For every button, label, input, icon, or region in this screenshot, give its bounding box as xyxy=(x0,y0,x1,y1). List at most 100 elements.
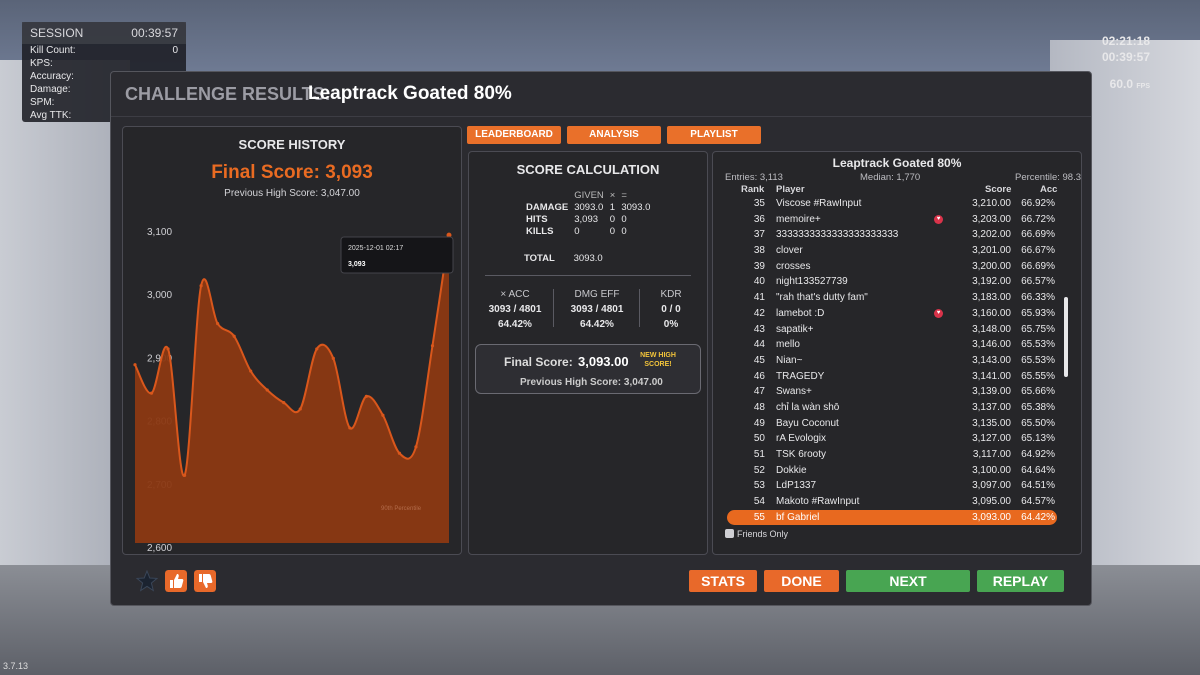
leaderboard-rank: 48 xyxy=(753,401,765,413)
leaderboard-row[interactable]: 54 Makoto #RawInput 3,095.00 64.57% xyxy=(727,494,1057,510)
chart-data-point[interactable] xyxy=(397,451,402,455)
chart-data-point[interactable] xyxy=(298,407,302,411)
leaderboard-row[interactable]: 36 memoire+ 3,203.00 66.72% ♥ xyxy=(727,212,1057,228)
thumbs-down-icon[interactable] xyxy=(194,570,216,592)
chart-data-point[interactable] xyxy=(414,445,418,449)
leaderboard-score: 3,203.00 xyxy=(972,213,1011,225)
leaderboard-row[interactable]: 48 chỉ la wàn shō 3,137.00 65.38% xyxy=(727,400,1057,416)
leaderboard-row[interactable]: 35 Viscose #RawInput 3,210.00 66.92% xyxy=(727,196,1057,212)
chart-data-point[interactable] xyxy=(348,426,352,430)
chart-data-point[interactable] xyxy=(199,284,203,288)
calc-row: DAMAGE 3093.0 1 3093.0 xyxy=(523,202,653,214)
chart-data-point[interactable] xyxy=(232,334,236,338)
score-calculation-title: SCORE CALCULATION xyxy=(516,162,660,177)
leaderboard-name: Dokkie xyxy=(776,464,807,476)
leaderboard-name: mello xyxy=(776,339,800,351)
chart-data-point[interactable] xyxy=(282,401,286,405)
tab-analysis[interactable]: ANALYSIS xyxy=(567,126,661,144)
final-score-box: Final Score: 3,093.00 NEW HIGH SCORE! Pr… xyxy=(475,344,701,394)
leaderboard-acc: 65.38% xyxy=(1021,401,1055,413)
leaderboard-row[interactable]: 51 TSK 6rooty 3,117.00 64.92% xyxy=(727,447,1057,463)
leaderboard-row[interactable]: 49 Bayu Coconut 3,135.00 65.50% xyxy=(727,416,1057,432)
acc-pct: 64.42% xyxy=(498,319,532,330)
leaderboard-row[interactable]: 39 crosses 3,200.00 66.69% xyxy=(727,259,1057,275)
tab-leaderboard[interactable]: LEADERBOARD xyxy=(467,126,561,144)
leaderboard-row[interactable]: 47 Swans+ 3,139.00 65.66% xyxy=(727,384,1057,400)
leaderboard-rank: 35 xyxy=(753,198,765,209)
chart-data-point[interactable] xyxy=(133,363,137,367)
leaderboard-acc: 64.92% xyxy=(1021,449,1055,460)
chart-data-point[interactable] xyxy=(331,356,335,360)
chart-data-point[interactable] xyxy=(249,369,253,373)
session-stat-label: Damage: xyxy=(30,84,71,95)
leaderboard-row[interactable]: 52 Dokkie 3,100.00 64.64% xyxy=(727,463,1057,479)
checkbox-icon[interactable] xyxy=(725,529,734,538)
tooltip-value: 3,093 xyxy=(348,261,366,268)
stats-button[interactable]: STATS xyxy=(689,570,757,592)
chart-data-point[interactable] xyxy=(381,413,385,417)
done-button[interactable]: DONE xyxy=(764,570,839,592)
chart-data-point[interactable] xyxy=(430,344,435,348)
leaderboard-name: chỉ la wàn shō xyxy=(776,401,840,413)
chart-data-point[interactable] xyxy=(182,473,187,477)
chart-data-point[interactable] xyxy=(315,347,319,351)
leaderboard-name: lamebot :D xyxy=(776,307,825,319)
chart-data-point[interactable] xyxy=(216,322,220,326)
leaderboard-name: Viscose #RawInput xyxy=(776,198,862,209)
leaderboard-score: 3,135.00 xyxy=(972,417,1011,429)
divider xyxy=(553,289,554,327)
challenge-results-panel: CHALLENGE RESULTS: Leaptrack Goated 80% … xyxy=(110,71,1092,606)
y-tick-label: 3,000 xyxy=(147,290,172,301)
kdr-pct: 0% xyxy=(663,319,679,330)
leaderboard-row[interactable]: 50 rA Evologix 3,127.00 65.13% xyxy=(727,431,1057,447)
score-history-chart[interactable]: 3,1003,0002,9002,8002,7002,600 90th Perc… xyxy=(123,127,461,554)
leaderboard-header: Rank Player Score Acc xyxy=(713,184,1081,196)
scenario-name: Leaptrack Goated 80% xyxy=(308,83,512,104)
chart-data-point[interactable] xyxy=(364,394,368,398)
dmg-label: DMG EFF xyxy=(574,289,620,300)
leaderboard-row[interactable]: 44 mello 3,146.00 65.53% xyxy=(727,337,1057,353)
friends-only-toggle[interactable]: Friends Only xyxy=(725,529,788,539)
leaderboard-score: 3,201.00 xyxy=(972,245,1011,257)
col-equals: = xyxy=(621,190,627,201)
tooltip-date: 2025-12-01 02:17 xyxy=(348,245,403,252)
dmg-ratio: 3093 / 4801 xyxy=(570,304,624,315)
leaderboard-row[interactable]: 46 TRAGEDY 3,141.00 65.55% xyxy=(727,369,1057,385)
leaderboard-score: 3,160.00 xyxy=(972,307,1011,319)
leaderboard-rows[interactable]: 35 Viscose #RawInput 3,210.00 66.92% 36 memoi… xyxy=(727,196,1057,526)
chart-data-point[interactable] xyxy=(149,391,154,395)
leaderboard-row[interactable]: 45 Nian~ 3,143.00 65.53% xyxy=(727,353,1057,369)
session-stat-label: SPM: xyxy=(30,97,55,108)
leaderboard-row[interactable]: 40 night133527739 3,192.00 66.57% xyxy=(727,274,1057,290)
calc-result: 0 xyxy=(621,214,627,225)
leaderboard-row[interactable]: 38 clover 3,201.00 66.67% xyxy=(727,243,1057,259)
next-button[interactable]: NEXT xyxy=(846,570,970,592)
leaderboard-row[interactable]: 37 3333333333333333333333 3,202.00 66.69% xyxy=(727,227,1057,243)
leaderboard-name: bf Gabriel xyxy=(776,511,820,523)
version-label: 3.7.13 xyxy=(3,661,29,671)
session-stat-row: Kill Count: 0 xyxy=(22,44,186,57)
leaderboard-acc: 66.69% xyxy=(1021,229,1055,241)
leaderboard-rank: 39 xyxy=(753,260,765,272)
chart-data-point[interactable] xyxy=(166,347,170,351)
leaderboard-row-current-player[interactable]: 55 bf Gabriel 3,093.00 64.42% xyxy=(727,509,1057,526)
session-time: 00:39:57 xyxy=(131,26,178,40)
leaderboard-acc: 65.66% xyxy=(1021,386,1055,398)
leaderboard-acc: 65.50% xyxy=(1021,417,1055,429)
leaderboard-acc: 65.53% xyxy=(1021,354,1055,366)
thumbs-up-icon[interactable] xyxy=(165,570,187,592)
leaderboard-score: 3,183.00 xyxy=(972,292,1011,304)
leaderboard-scrollbar[interactable] xyxy=(1064,297,1068,377)
leaderboard-row[interactable]: 43 sapatik+ 3,148.00 65.75% xyxy=(727,322,1057,338)
chart-data-point[interactable] xyxy=(265,388,269,392)
replay-button[interactable]: REPLAY xyxy=(977,570,1064,592)
leaderboard-row[interactable]: 41 "rah that's dutty fam" 3,183.00 66.33% xyxy=(727,290,1057,306)
leaderboard-score: 3,093.00 xyxy=(972,511,1011,523)
leaderboard-rank: 41 xyxy=(753,292,765,304)
calc-mult: 0 xyxy=(609,226,616,237)
new-high-score-badge: NEW HIGH SCORE! xyxy=(640,352,676,368)
tab-playlist[interactable]: PLAYLIST xyxy=(667,126,761,144)
favorite-star-icon[interactable] xyxy=(136,570,158,592)
leaderboard-row[interactable]: 53 LdP1337 3,097.00 64.51% xyxy=(727,478,1057,494)
leaderboard-row[interactable]: 42 lamebot :D 3,160.00 65.93% ♥ xyxy=(727,306,1057,322)
